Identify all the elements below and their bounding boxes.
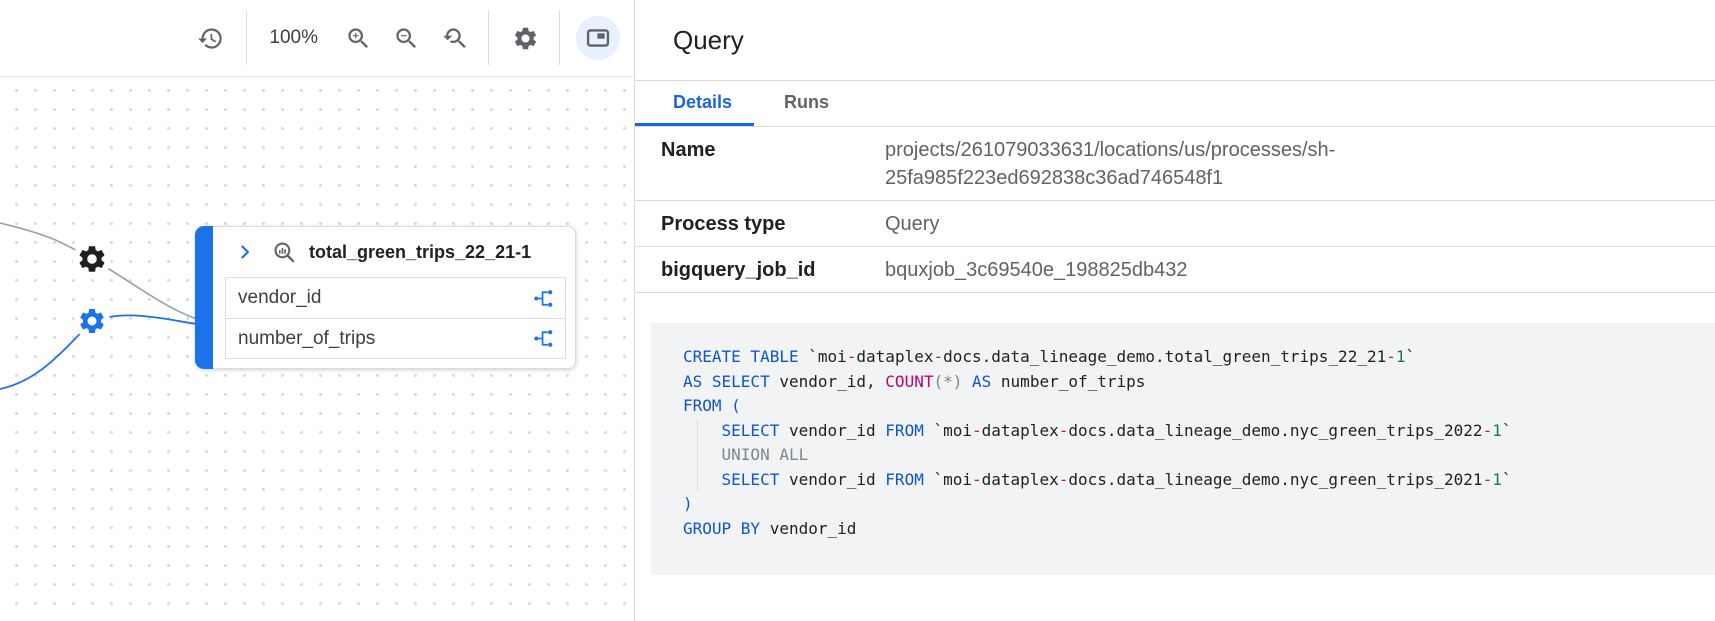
gear-halo	[73, 240, 111, 278]
details-row: Nameprojects/261079033631/locations/us/p…	[635, 127, 1715, 201]
app-window: 100%	[0, 0, 1715, 621]
sql-code: CREATE TABLE `moi-dataplex-docs.data_lin…	[683, 345, 1705, 541]
lineage-icon[interactable]	[532, 287, 555, 310]
node-fields: vendor_id number_of_trips	[225, 277, 566, 359]
node-header[interactable]: total_green_trips_22_21-1	[213, 227, 575, 277]
sql-line: UNION ALL	[683, 443, 1705, 468]
process-gear-black[interactable]	[80, 246, 105, 272]
lineage-toolbar: 100%	[0, 0, 634, 77]
zoom-in-button[interactable]	[338, 18, 378, 58]
details-value: projects/261079033631/locations/us/proce…	[885, 136, 1565, 192]
tab-bar: Details Runs	[635, 81, 1715, 127]
sql-line: SELECT vendor_id FROM `moi-dataplex-docs…	[683, 468, 1705, 493]
chevron-right-icon[interactable]	[235, 242, 255, 262]
toolbar-divider	[246, 11, 247, 65]
gear-icon	[512, 25, 539, 52]
sql-line: FROM (	[683, 394, 1705, 419]
toolbar-divider	[559, 11, 560, 65]
details-label: Process type	[635, 210, 885, 238]
zoom-level: 100%	[263, 27, 324, 49]
zoom-out-button[interactable]	[386, 18, 426, 58]
zoom-reset-icon	[441, 25, 468, 52]
panel-header: Query	[635, 0, 1715, 81]
gear-halo	[74, 303, 110, 339]
sql-line: GROUP BY vendor_id	[683, 517, 1705, 542]
sql-line: CREATE TABLE `moi-dataplex-docs.data_lin…	[683, 345, 1705, 370]
node-field-row[interactable]: number_of_trips	[226, 318, 565, 358]
details-label: bigquery_job_id	[635, 256, 885, 284]
zoom-out-icon	[393, 25, 420, 52]
lineage-edge-gray	[0, 223, 197, 319]
side-panel-icon	[584, 24, 612, 52]
field-name: number_of_trips	[238, 328, 532, 350]
lineage-icon[interactable]	[532, 327, 555, 350]
details-value: Query	[885, 210, 1565, 238]
details-row: Process typeQuery	[635, 201, 1715, 247]
field-name: vendor_id	[238, 287, 532, 309]
sql-line: )	[683, 492, 1705, 517]
tab-runs[interactable]: Runs	[768, 81, 845, 126]
zoom-reset-button[interactable]	[434, 18, 474, 58]
history-icon	[197, 25, 224, 52]
panel-title: Query	[673, 25, 744, 56]
node-title: total_green_trips_22_21-1	[309, 242, 531, 263]
details-row: bigquery_job_idbquxjob_3c69540e_198825db…	[635, 247, 1715, 293]
details-table: Nameprojects/261079033631/locations/us/p…	[635, 127, 1715, 293]
node-field-row[interactable]: vendor_id	[226, 278, 565, 318]
bigquery-table-icon	[272, 240, 297, 265]
details-value: bquxjob_3c69540e_198825db432	[885, 256, 1565, 284]
side-panel-toggle-button[interactable]	[576, 16, 620, 60]
details-panel: Query Details Runs Nameprojects/261079033…	[634, 0, 1715, 621]
zoom-in-icon	[345, 25, 372, 52]
tab-details[interactable]: Details	[635, 81, 754, 126]
lineage-graph-area[interactable]: total_green_trips_22_21-1 vendor_id numb…	[0, 78, 634, 621]
details-label: Name	[635, 136, 885, 192]
sql-line: SELECT vendor_id FROM `moi-dataplex-docs…	[683, 419, 1705, 444]
indent-guide	[697, 419, 698, 491]
lineage-node-total-green-trips[interactable]: total_green_trips_22_21-1 vendor_id numb…	[195, 226, 576, 369]
settings-button[interactable]	[505, 18, 545, 58]
history-button[interactable]	[190, 18, 230, 58]
process-gear-blue[interactable]	[80, 309, 103, 333]
sql-code-block: CREATE TABLE `moi-dataplex-docs.data_lin…	[651, 323, 1715, 575]
node-accent-bar	[195, 226, 213, 369]
lineage-canvas: 100%	[0, 0, 634, 621]
sql-line: AS SELECT vendor_id, COUNT(*) AS number_…	[683, 370, 1705, 395]
toolbar-divider	[488, 11, 489, 65]
